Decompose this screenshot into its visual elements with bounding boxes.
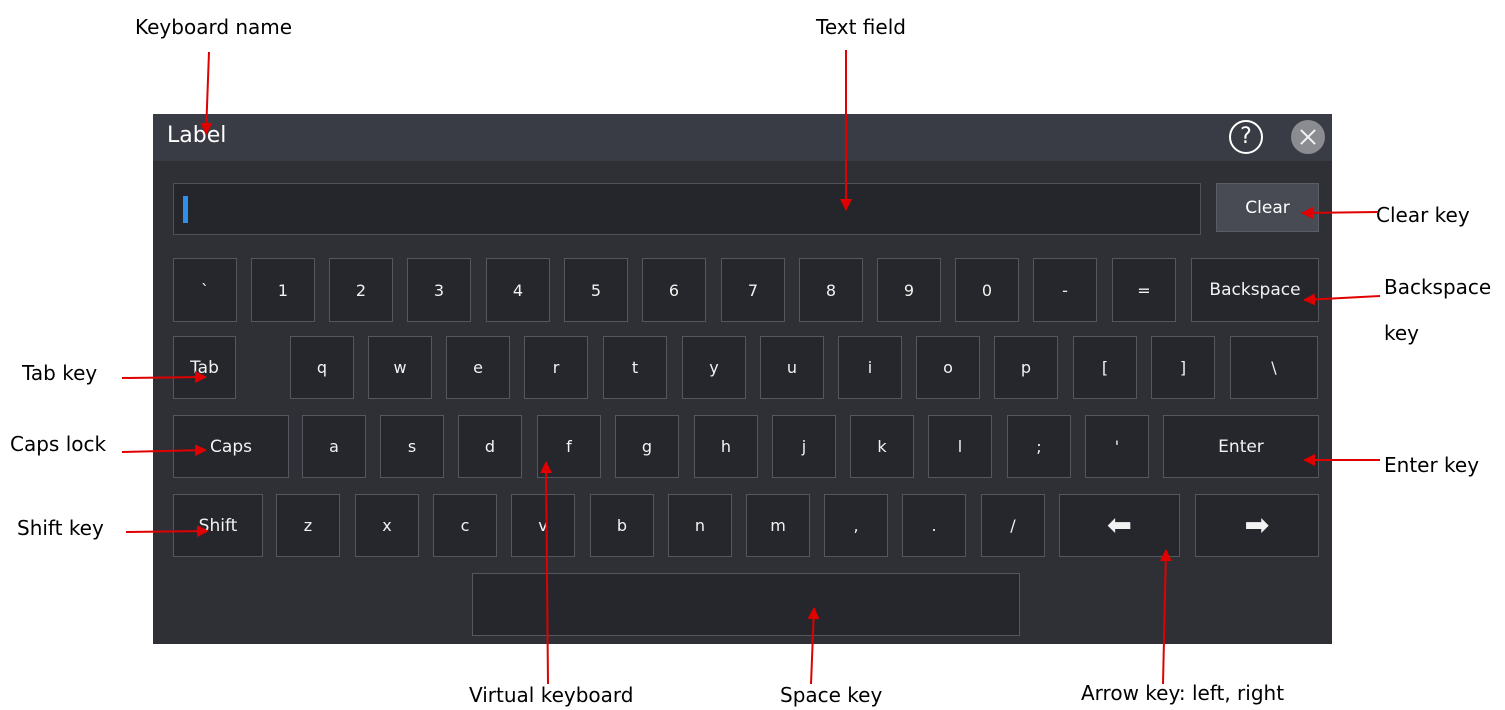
backspace-key[interactable]: Backspace: [1191, 258, 1319, 322]
key-4[interactable]: 4: [486, 258, 550, 322]
key-0[interactable]: 0: [955, 258, 1019, 322]
key-minus[interactable]: -: [1033, 258, 1097, 322]
key-right-bracket[interactable]: ]: [1151, 336, 1215, 399]
key-p[interactable]: p: [994, 336, 1058, 399]
key-3[interactable]: 3: [407, 258, 471, 322]
close-icon[interactable]: [1291, 120, 1325, 154]
key-7[interactable]: 7: [721, 258, 785, 322]
key-i[interactable]: i: [838, 336, 902, 399]
key-x[interactable]: x: [355, 494, 419, 557]
key-b[interactable]: b: [590, 494, 654, 557]
help-icon[interactable]: ?: [1229, 120, 1263, 154]
key-5[interactable]: 5: [564, 258, 628, 322]
arrow-left-key[interactable]: ⬅: [1059, 494, 1180, 557]
key-g[interactable]: g: [615, 415, 679, 478]
key-w[interactable]: w: [368, 336, 432, 399]
key-comma[interactable]: ,: [824, 494, 888, 557]
callout-backspace-key-line2: key: [1384, 321, 1420, 345]
key-6[interactable]: 6: [642, 258, 706, 322]
shift-key[interactable]: Shift: [173, 494, 263, 557]
callout-text-field: Text field: [816, 15, 906, 39]
space-key[interactable]: [472, 573, 1020, 636]
key-semicolon[interactable]: ;: [1007, 415, 1071, 478]
clear-key[interactable]: Clear: [1216, 183, 1319, 232]
key-r[interactable]: r: [524, 336, 588, 399]
key-backslash[interactable]: \: [1230, 336, 1318, 399]
enter-key[interactable]: Enter: [1163, 415, 1319, 478]
key-a[interactable]: a: [302, 415, 366, 478]
key-quote[interactable]: ': [1085, 415, 1149, 478]
key-left-bracket[interactable]: [: [1073, 336, 1137, 399]
key-l[interactable]: l: [928, 415, 992, 478]
key-equals[interactable]: =: [1112, 258, 1176, 322]
key-d[interactable]: d: [458, 415, 522, 478]
key-c[interactable]: c: [433, 494, 497, 557]
key-o[interactable]: o: [916, 336, 980, 399]
key-y[interactable]: y: [682, 336, 746, 399]
key-slash[interactable]: /: [981, 494, 1045, 557]
callout-backspace-key-line1: Backspace: [1384, 275, 1492, 299]
arrow-right-key[interactable]: ➡: [1195, 494, 1319, 557]
callout-clear-key: Clear key: [1376, 203, 1470, 227]
key-z[interactable]: z: [276, 494, 340, 557]
caps-key[interactable]: Caps: [173, 415, 289, 478]
key-backtick[interactable]: `: [173, 258, 237, 322]
key-f[interactable]: f: [537, 415, 601, 478]
callout-caps-lock: Caps lock: [10, 432, 107, 456]
key-m[interactable]: m: [746, 494, 810, 557]
key-q[interactable]: q: [290, 336, 354, 399]
callout-shift-key: Shift key: [17, 516, 104, 540]
key-9[interactable]: 9: [877, 258, 941, 322]
key-v[interactable]: v: [511, 494, 575, 557]
key-e[interactable]: e: [446, 336, 510, 399]
callout-space-key: Space key: [780, 683, 883, 707]
key-period[interactable]: .: [902, 494, 966, 557]
title-bar: Label ?: [153, 114, 1332, 161]
key-t[interactable]: t: [603, 336, 667, 399]
callout-enter-key: Enter key: [1384, 453, 1480, 477]
key-s[interactable]: s: [380, 415, 444, 478]
callout-virtual-keyboard: Virtual keyboard: [469, 683, 634, 707]
keyboard-name: Label: [167, 123, 227, 148]
text-input[interactable]: [173, 183, 1201, 235]
virtual-keyboard-window: Label ? Clear ` 1 2 3 4 5 6 7 8 9 0- = Backspace Tab q…: [153, 114, 1332, 644]
callout-tab-key: Tab key: [22, 361, 98, 385]
callout-keyboard-name: Keyboard name: [135, 15, 293, 39]
key-j[interactable]: j: [772, 415, 836, 478]
key-u[interactable]: u: [760, 336, 824, 399]
callout-arrow-keys: Arrow key: left, right: [1081, 681, 1285, 705]
tab-key[interactable]: Tab: [173, 336, 236, 399]
key-1[interactable]: 1: [251, 258, 315, 322]
key-8[interactable]: 8: [799, 258, 863, 322]
key-n[interactable]: n: [668, 494, 732, 557]
text-cursor: [183, 196, 188, 223]
key-h[interactable]: h: [694, 415, 758, 478]
key-2[interactable]: 2: [329, 258, 393, 322]
key-k[interactable]: k: [850, 415, 914, 478]
